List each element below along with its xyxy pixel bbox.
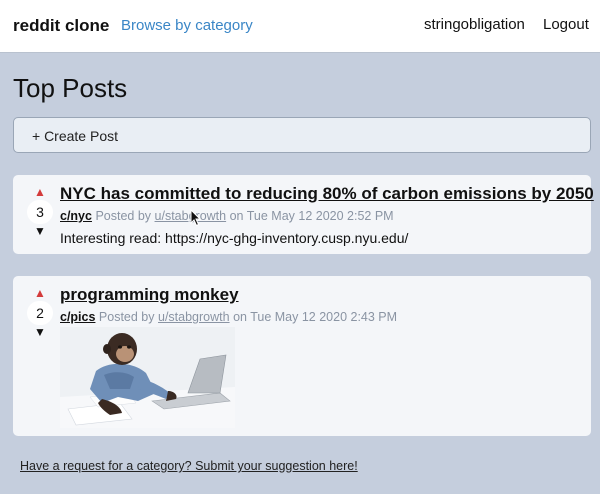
author-link[interactable]: u/stabgrowth	[158, 310, 230, 324]
down-arrow-icon[interactable]: ▼	[27, 325, 53, 339]
post-meta: c/pics Posted by u/stabgrowth on Tue May…	[60, 310, 397, 324]
post-date: on Tue May 12 2020 2:52 PM	[229, 209, 394, 223]
vote-count: 3	[27, 200, 53, 224]
browse-by-category-link[interactable]: Browse by category	[121, 17, 253, 34]
vote-control: ▲ 2 ▼	[27, 286, 53, 339]
posted-by-label: Posted by	[98, 310, 155, 324]
post-card: ▲ 2 ▼ programming monkey c/pics Posted b…	[13, 276, 591, 436]
vote-count: 2	[27, 301, 53, 325]
username-link[interactable]: stringobligation	[424, 16, 525, 33]
mouse-pointer-icon	[190, 209, 202, 227]
subreddit-link[interactable]: c/pics	[60, 310, 95, 324]
navbar: reddit clone Browse by category stringob…	[0, 0, 600, 53]
posted-by-label: Posted by	[95, 209, 152, 223]
brand-logo[interactable]: reddit clone	[13, 16, 109, 36]
page-title: Top Posts	[13, 73, 128, 103]
down-arrow-icon[interactable]: ▼	[27, 224, 53, 238]
vote-control: ▲ 3 ▼	[27, 185, 53, 238]
chimpanzee-at-laptop-photo[interactable]	[60, 327, 235, 428]
up-arrow-icon[interactable]: ▲	[27, 185, 53, 199]
post-title-link[interactable]: NYC has committed to reducing 80% of car…	[60, 184, 594, 204]
post-title-link[interactable]: programming monkey	[60, 285, 239, 305]
post-card: ▲ 3 ▼ NYC has committed to reducing 80% …	[13, 175, 594, 254]
post-image-illustration	[60, 327, 235, 428]
up-arrow-icon[interactable]: ▲	[27, 286, 53, 300]
subreddit-link[interactable]: c/nyc	[60, 209, 92, 223]
create-post-button[interactable]: + Create Post	[13, 117, 591, 153]
post-meta: c/nyc Posted by u/stabgrowth on Tue May …	[60, 209, 394, 223]
category-suggestion-link[interactable]: Have a request for a category? Submit yo…	[20, 459, 358, 473]
post-date: on Tue May 12 2020 2:43 PM	[233, 310, 398, 324]
logout-link[interactable]: Logout	[543, 16, 589, 33]
post-body-text: Interesting read: https://nyc-ghg-invent…	[60, 230, 409, 246]
